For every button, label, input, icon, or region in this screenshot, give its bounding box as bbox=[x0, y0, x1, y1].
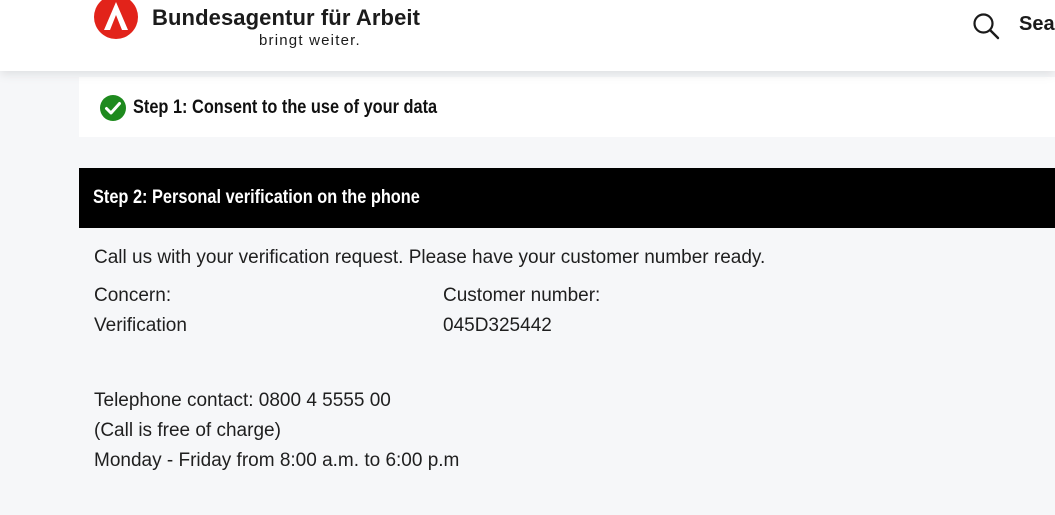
service-hours: Monday - Friday from 8:00 a.m. to 6:00 p… bbox=[94, 450, 460, 471]
free-of-charge-note: (Call is free of charge) bbox=[94, 420, 281, 441]
customer-number-label: Customer number: bbox=[443, 285, 601, 306]
check-circle-icon bbox=[100, 95, 126, 121]
site-header: Bundesagentur für Arbeit bringt weiter. … bbox=[0, 0, 1055, 71]
step1-title: Step 1: Consent to the use of your data bbox=[133, 97, 438, 118]
ba-logo-icon[interactable] bbox=[93, 0, 139, 40]
step1-panel[interactable]: Step 1: Consent to the use of your data bbox=[79, 77, 1055, 137]
step2-intro: Call us with your verification request. … bbox=[94, 247, 766, 268]
search-icon[interactable] bbox=[972, 12, 1000, 40]
brand-tagline: bringt weiter. bbox=[259, 32, 361, 49]
brand-name[interactable]: Bundesagentur für Arbeit bbox=[152, 5, 420, 31]
telephone-contact: Telephone contact: 0800 4 5555 00 bbox=[94, 390, 391, 411]
concern-value: Verification bbox=[94, 315, 187, 336]
customer-number-value: 045D325442 bbox=[443, 315, 552, 336]
concern-label: Concern: bbox=[94, 285, 172, 306]
step2-title: Step 2: Personal verification on the pho… bbox=[93, 187, 420, 208]
search-button-label[interactable]: Sea bbox=[1019, 13, 1055, 36]
step2-panel-header: Step 2: Personal verification on the pho… bbox=[79, 168, 1055, 228]
